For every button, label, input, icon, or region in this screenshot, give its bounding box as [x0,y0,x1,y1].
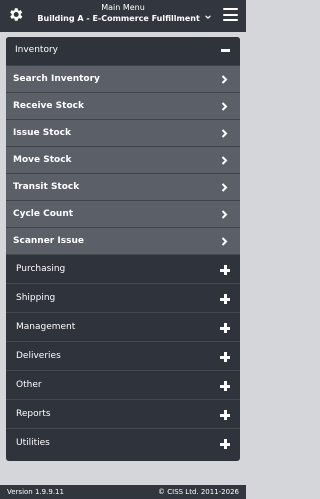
category-label: Purchasing [16,264,66,274]
menu-item-label: Scanner Issue [13,236,84,246]
category-label: Shipping [16,293,56,303]
category-label: Other [16,380,42,390]
hamburger-menu-icon[interactable] [223,8,238,21]
category-label: Reports [16,409,51,419]
chevron-right-icon [221,129,228,138]
inventory-group-label: Inventory [15,45,58,55]
menu-item-issue-stock[interactable]: Issue Stock [6,119,240,146]
footer: Version 1.9.9.11 © CISS Ltd. 2011-2026 [0,485,246,499]
category-purchasing[interactable]: Purchasing [6,254,240,284]
category-utilities[interactable]: Utilities [6,428,240,458]
category-label: Deliveries [16,351,61,361]
menu-item-search-inventory[interactable]: Search Inventory [6,65,240,92]
expand-icon [220,439,230,449]
version-text: Version 1.9.9.11 [7,488,64,496]
chevron-right-icon [221,75,228,84]
chevron-right-icon [221,183,228,192]
category-management[interactable]: Management [6,312,240,342]
main-menu-panel: Inventory Search Inventory Receive Stock… [6,37,240,461]
collapse-icon [221,49,230,52]
menu-item-label: Issue Stock [13,128,71,138]
inventory-group-header[interactable]: Inventory [6,37,240,65]
copyright-text: © CISS Ltd. 2011-2026 [158,488,239,496]
menu-item-transit-stock[interactable]: Transit Stock [6,173,240,200]
chevron-right-icon [221,156,228,165]
expand-icon [220,352,230,362]
menu-item-scanner-issue[interactable]: Scanner Issue [6,227,240,254]
menu-item-label: Transit Stock [13,182,80,192]
chevron-right-icon [221,237,228,246]
category-shipping[interactable]: Shipping [6,283,240,313]
category-label: Management [16,322,76,332]
expand-icon [220,410,230,420]
expand-icon [220,381,230,391]
page-title: Main Menu [101,3,145,12]
category-label: Utilities [16,438,50,448]
category-deliveries[interactable]: Deliveries [6,341,240,371]
expand-icon [220,323,230,333]
location-selector[interactable]: Building A - E-Commerce Fulfillment [30,14,218,24]
chevron-down-icon [204,15,211,20]
menu-item-receive-stock[interactable]: Receive Stock [6,92,240,119]
expand-icon [220,265,230,275]
menu-item-label: Cycle Count [13,209,74,219]
menu-item-label: Search Inventory [13,74,100,84]
menu-item-cycle-count[interactable]: Cycle Count [6,200,240,227]
category-reports[interactable]: Reports [6,399,240,429]
menu-item-label: Move Stock [13,155,72,165]
expand-icon [220,294,230,304]
category-other[interactable]: Other [6,370,240,400]
chevron-right-icon [221,102,228,111]
menu-item-move-stock[interactable]: Move Stock [6,146,240,173]
location-label: Building A - E-Commerce Fulfillment [37,14,200,23]
gear-icon[interactable] [7,6,24,23]
menu-item-label: Receive Stock [13,101,84,111]
chevron-right-icon [221,210,228,219]
top-bar: Main Menu Building A - E-Commerce Fulfil… [0,0,246,32]
